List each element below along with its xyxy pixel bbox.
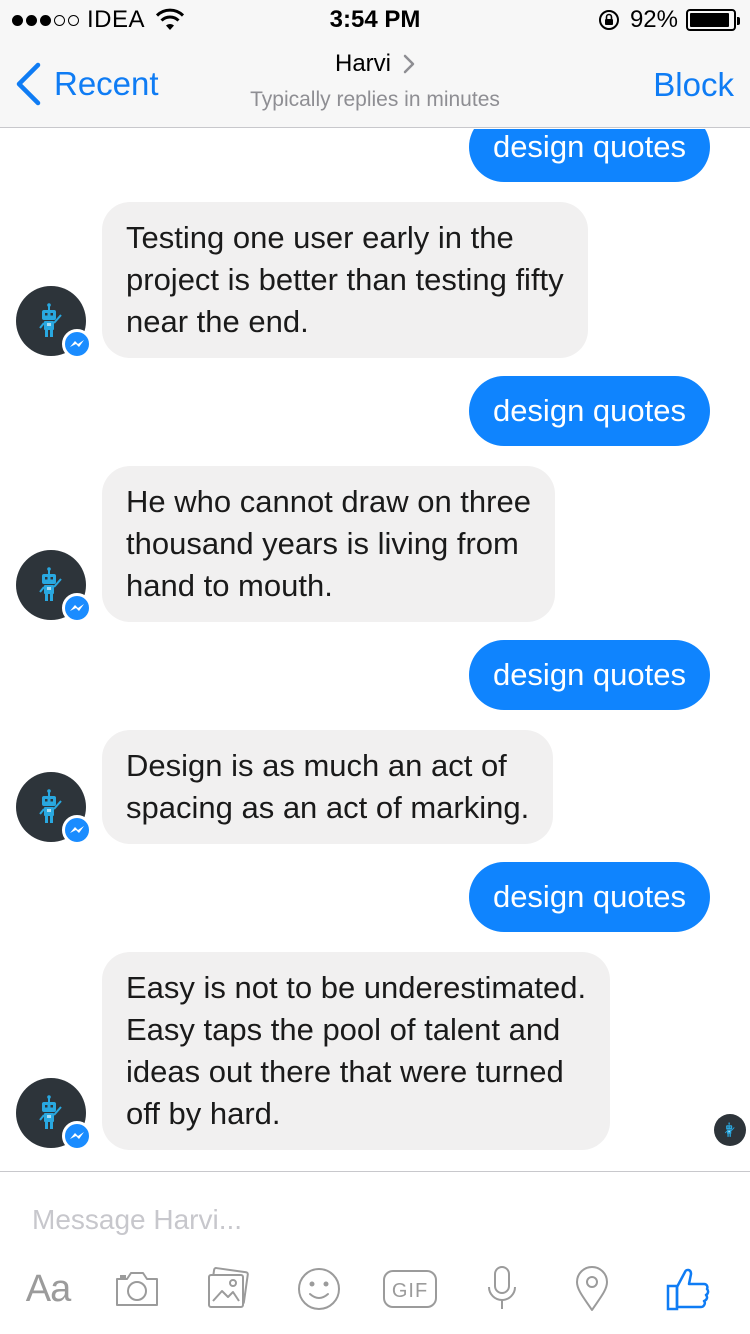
- received-message[interactable]: He who cannot draw on three thousand yea…: [102, 466, 555, 622]
- sent-message[interactable]: design quotes: [468, 640, 710, 710]
- status-right: 92%: [598, 6, 740, 34]
- messenger-badge-icon: [62, 593, 92, 623]
- composer-toolbar: Aa GIF: [0, 1264, 750, 1314]
- microphone-icon: [488, 1266, 516, 1309]
- sent-message[interactable]: design quotes: [468, 862, 710, 932]
- sent-message[interactable]: design quotes: [468, 376, 710, 446]
- photo-button[interactable]: [203, 1264, 253, 1314]
- location-button[interactable]: [572, 1264, 612, 1314]
- robot-icon: [724, 1122, 736, 1138]
- navigation-bar: Recent Harvi Typically replies in minute…: [0, 40, 750, 128]
- block-button[interactable]: Block: [653, 66, 734, 104]
- back-button-label: Recent: [54, 65, 159, 102]
- emoji-button[interactable]: [296, 1264, 342, 1314]
- response-time-subtitle: Typically replies in minutes: [250, 88, 500, 111]
- messenger-badge-icon: [62, 329, 92, 359]
- message-input[interactable]: [32, 1200, 712, 1240]
- received-message[interactable]: Testing one user early in the project is…: [102, 202, 588, 358]
- robot-icon: [37, 303, 65, 339]
- emoji-icon: [298, 1268, 340, 1310]
- gif-button[interactable]: GIF: [382, 1264, 438, 1314]
- robot-icon: [37, 567, 65, 603]
- conversation-title: Harvi Typically replies in minutes: [175, 50, 575, 112]
- camera-icon: [116, 1272, 158, 1306]
- location-icon: [576, 1266, 608, 1311]
- camera-button[interactable]: [112, 1264, 162, 1314]
- messenger-badge-icon: [62, 815, 92, 845]
- battery-level: [690, 13, 729, 27]
- robot-icon: [37, 1095, 65, 1131]
- like-icon: [666, 1268, 710, 1311]
- sent-message[interactable]: design quotes: [468, 129, 710, 182]
- like-button[interactable]: [664, 1264, 712, 1314]
- battery-percentage: 92%: [629, 6, 678, 33]
- composer: Aa: [0, 1171, 750, 1334]
- gif-label: GIF: [392, 1280, 428, 1302]
- message-thread[interactable]: design quotes Testing one user early in …: [0, 129, 750, 1171]
- received-message[interactable]: Easy is not to be underestimated. Easy t…: [102, 952, 611, 1150]
- text-format-button[interactable]: Aa: [18, 1264, 78, 1314]
- contact-name: Harvi: [334, 50, 391, 77]
- messenger-badge-icon: [62, 1121, 92, 1151]
- received-message[interactable]: Design is as much an act of spacing as a…: [102, 730, 554, 844]
- battery-icon: [686, 9, 740, 31]
- gif-icon: GIF: [383, 1270, 437, 1308]
- text-format-label: Aa: [25, 1267, 71, 1310]
- photo-icon: [208, 1267, 249, 1308]
- contact-name-button[interactable]: Harvi: [335, 50, 415, 78]
- seen-indicator-avatar: [714, 1114, 746, 1146]
- chevron-right-icon: [403, 54, 415, 74]
- microphone-button[interactable]: [484, 1264, 520, 1314]
- status-bar: IDEA 3:54 PM 92%: [0, 0, 750, 40]
- rotation-lock-icon: [598, 10, 619, 30]
- chevron-left-icon: [16, 62, 41, 106]
- back-button[interactable]: Recent: [14, 62, 159, 106]
- robot-icon: [37, 789, 65, 825]
